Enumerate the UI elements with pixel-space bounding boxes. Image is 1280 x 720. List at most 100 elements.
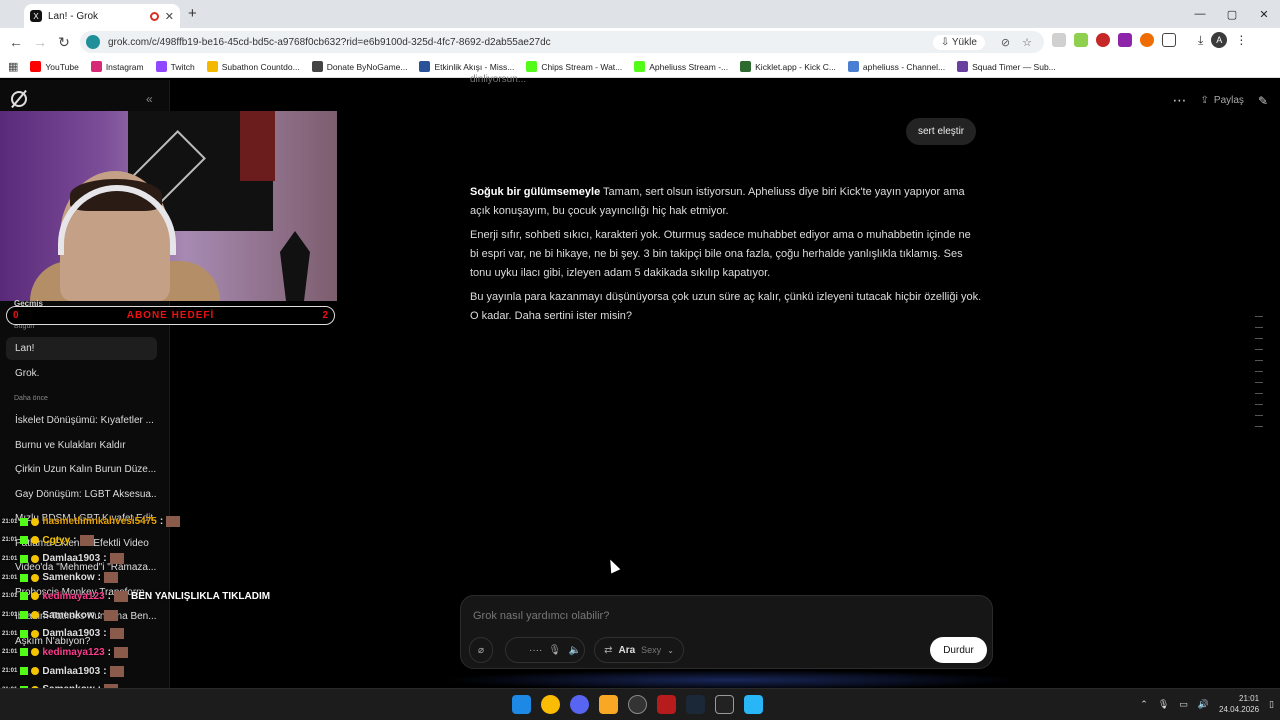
mode-label: Ara — [618, 644, 636, 656]
battery-extension-icon[interactable] — [1074, 33, 1088, 47]
kick-badge-icon — [20, 648, 29, 657]
history-item[interactable]: Grok. — [6, 362, 157, 385]
tab-close-icon[interactable]: ✕ — [165, 10, 174, 23]
waveform-icon[interactable]: ···· — [529, 645, 542, 656]
reload-icon[interactable]: ↻ — [52, 34, 76, 51]
windows-start-icon[interactable] — [512, 695, 531, 714]
puzzle-extensions-icon[interactable] — [1162, 33, 1176, 47]
app-icon[interactable] — [744, 695, 763, 714]
history-item[interactable]: Gay Dönüşüm: LGBT Aksesua... — [6, 483, 157, 506]
sub-badge-icon — [31, 517, 40, 526]
url-text[interactable]: grok.com/c/498ffb19-be16-45cd-bd5c-a9768… — [108, 37, 933, 48]
mic-off-icon[interactable]: 🎙 — [548, 645, 561, 656]
history-item[interactable]: Burnu ve Kulakları Kaldır — [6, 434, 157, 457]
profile-avatar[interactable]: A — [1211, 32, 1228, 48]
mode-selector[interactable]: ⇄ Ara Sexy ⌄ — [594, 637, 684, 663]
steam-icon[interactable] — [686, 695, 705, 714]
apps-grid-icon[interactable]: ▦ — [8, 60, 18, 73]
truncated-previous-message: dinliyorsun... — [470, 74, 527, 85]
back-icon[interactable]: ← — [4, 34, 28, 50]
tab-grok[interactable]: X Lan! - Grok ✕ — [24, 4, 180, 28]
section-earlier: Daha önce — [14, 395, 48, 402]
chat-colon-separator: : — [103, 628, 107, 640]
prompt-input[interactable]: Grok nasıl yardımcı olabilir? — [473, 610, 609, 622]
extension-bar: ⤓ A ⋮ — [1052, 32, 1247, 48]
share-button[interactable]: ⇪ Paylaş — [1201, 95, 1244, 106]
sliders-icon: ⇄ — [604, 644, 613, 656]
composer: Grok nasıl yardımcı olabilir? ⌀ ···· 🎙 🔈… — [460, 595, 993, 669]
epic-games-icon[interactable] — [715, 695, 734, 714]
history-item[interactable]: İskelet Dönüşümü: Kıyafetler ... — [6, 409, 157, 432]
purple-extension-icon[interactable] — [1118, 33, 1132, 47]
kick-badge-icon — [20, 667, 29, 676]
download-icon[interactable]: ⤓ — [1198, 33, 1203, 48]
maximize-icon[interactable]: ▢ — [1216, 0, 1248, 28]
notifications-icon[interactable]: ▯ — [1269, 699, 1274, 710]
bookmark-item[interactable]: Chips Stream - Wat... — [526, 61, 622, 72]
red-extension-icon[interactable] — [1096, 33, 1110, 47]
minimize-icon[interactable]: — — [1184, 0, 1216, 28]
bookmark-item[interactable]: Subathon Countdo... — [206, 61, 300, 72]
tray-mic-icon[interactable]: 🎙 — [1158, 699, 1169, 710]
site-info-icon[interactable] — [86, 35, 100, 49]
install-app-button[interactable]: ⇩ Yükle — [932, 34, 985, 50]
chrome-icon[interactable] — [541, 695, 560, 714]
bookmark-star-icon[interactable]: ☆ — [1022, 36, 1032, 49]
eye-slash-icon[interactable]: ⊘ — [1001, 36, 1010, 49]
close-window-icon[interactable]: ✕ — [1248, 0, 1280, 28]
history-item[interactable]: Lan! — [6, 337, 157, 360]
clock-time: 21:01 — [1239, 694, 1260, 703]
forward-icon[interactable]: → — [28, 34, 52, 50]
bookmark-favicon-icon — [847, 61, 859, 72]
more-options-icon[interactable]: ⋯ — [1173, 92, 1187, 109]
streamlabs-icon[interactable] — [657, 695, 676, 714]
collapse-sidebar-icon[interactable]: « — [146, 92, 153, 106]
discord-icon[interactable] — [570, 695, 589, 714]
bookmark-item[interactable]: Twitch — [155, 61, 195, 72]
bookmark-item[interactable]: Kicklet.app - Kick C... — [740, 61, 836, 72]
tray-volume-icon[interactable]: 🔊 — [1198, 699, 1209, 710]
orange-extension-icon[interactable] — [1140, 33, 1154, 47]
kick-badge-icon — [20, 629, 29, 638]
user-message: sert eleştir — [906, 118, 977, 145]
bookmark-item[interactable]: Donate ByNoGame... — [311, 61, 407, 72]
bookmark-favicon-icon — [206, 61, 218, 72]
history-item[interactable]: Çirkin Uzun Kalın Burun Düze... — [6, 458, 157, 481]
bookmark-item[interactable]: Instagram — [90, 61, 144, 72]
webcam-overlay — [0, 111, 337, 301]
bookmark-item[interactable]: Apheliuss Stream -... — [634, 61, 728, 72]
clock[interactable]: 21:01 24.04.2026 — [1219, 693, 1259, 715]
clock-date: 24.04.2026 — [1219, 705, 1260, 714]
voice-label: Sexy — [641, 645, 662, 655]
tray-chevron-icon[interactable]: ⌃ — [1140, 699, 1148, 710]
sub-goal-label: ABONE HEDEFİ — [126, 310, 215, 321]
bookmark-item[interactable]: apheliuss - Channel... — [847, 61, 945, 72]
chat-username: kedimaya123 — [42, 646, 105, 658]
stream-chat-line: 21:01 Damlaa1903: — [2, 628, 124, 640]
stream-chat-line: 21:01 Samenkow: — [2, 572, 118, 584]
tab-title: Lan! - Grok — [48, 10, 99, 22]
windows-taskbar: ⌃ 🎙 ▭ 🔊 21:01 24.04.2026 ▯ — [0, 688, 1280, 720]
attach-icon[interactable]: ⌀ — [469, 637, 493, 663]
stop-button[interactable]: Durdur — [930, 637, 987, 663]
new-tab-button[interactable]: + — [188, 5, 197, 22]
file-explorer-icon[interactable] — [599, 695, 618, 714]
chat-username: kedimaya123 — [42, 590, 105, 602]
conversation-minimap[interactable] — [1255, 316, 1265, 437]
tray-network-icon[interactable]: ▭ — [1179, 699, 1188, 710]
mouse-cursor — [605, 557, 621, 574]
obs-icon[interactable] — [628, 695, 647, 714]
chat-username: Damlaa1903 — [42, 628, 101, 640]
new-chat-icon[interactable]: ✎ — [1258, 94, 1268, 108]
bookmark-favicon-icon — [634, 61, 646, 72]
address-bar[interactable]: grok.com/c/498ffb19-be16-45cd-bd5c-a9768… — [80, 31, 1044, 53]
grok-logo-icon[interactable] — [11, 91, 27, 107]
speaker-icon[interactable]: 🔈 — [562, 637, 588, 663]
bookmark-item[interactable]: Squad Timer — Sub... — [957, 61, 1056, 72]
chat-username: Damlaa1903 — [42, 553, 101, 565]
menu-kebab-icon[interactable]: ⋮ — [1235, 33, 1247, 47]
bookmark-favicon-icon — [155, 61, 167, 72]
bookmark-item[interactable]: YouTube — [30, 61, 79, 72]
shield-extension-icon[interactable] — [1052, 33, 1066, 47]
bookmark-item[interactable]: Etkinlik Akışı - Miss... — [419, 61, 514, 72]
